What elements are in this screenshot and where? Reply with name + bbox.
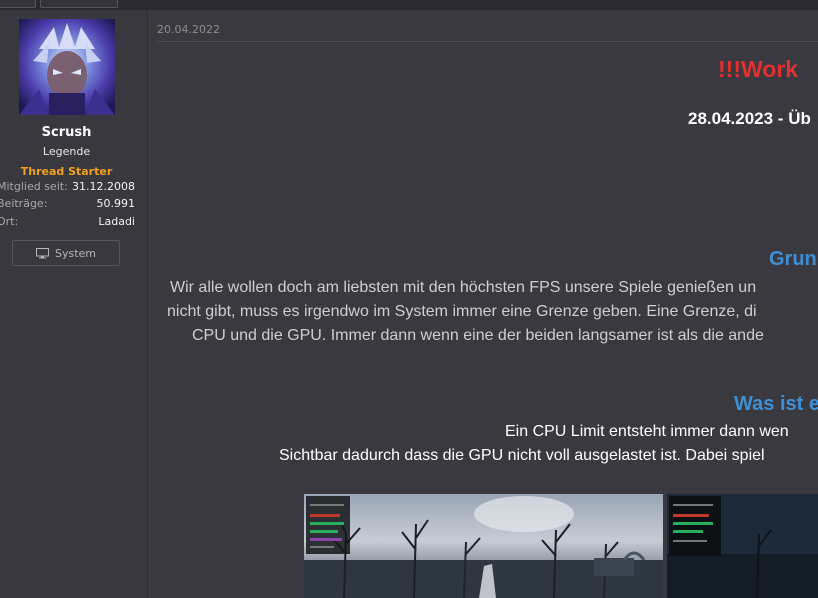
paragraph-line: Wir alle wollen doch am liebsten mit den… <box>170 279 757 296</box>
stat-location: Ort: Ladadi <box>0 215 135 231</box>
stat-member-since: Mitglied seit: 31.12.2008 <box>0 180 135 196</box>
screenshot-image <box>304 494 663 598</box>
screenshot-image <box>667 494 818 598</box>
update-line: 28.04.2023 - Üb <box>688 109 811 128</box>
stat-label: Mitglied seit: <box>0 180 68 193</box>
paragraph-line: nicht gibt, muss es irgendwo im System i… <box>167 303 757 320</box>
stat-label: Ort: <box>0 215 19 228</box>
game-screenshot-2[interactable] <box>667 494 818 598</box>
username[interactable]: Scrush <box>0 125 133 140</box>
section-heading-basics: Grun <box>769 248 817 270</box>
thread-starter-badge: Thread Starter <box>20 165 113 178</box>
avatar-image <box>19 19 115 115</box>
toolbar-button-right[interactable] <box>40 0 118 8</box>
paragraph-line: CPU und die GPU. Immer dann wenn eine de… <box>192 327 764 344</box>
work-in-progress-banner: !!!Work <box>718 56 799 82</box>
stat-posts: Beiträge: 50.991 <box>0 197 135 213</box>
user-info-column: Scrush Legende Thread Starter Mitglied s… <box>0 10 148 598</box>
stat-label: Beiträge: <box>0 197 48 210</box>
paragraph-line: Sichtbar dadurch dass die GPU nicht voll… <box>279 447 765 464</box>
system-button-label: System <box>54 246 97 260</box>
user-title: Legende <box>42 145 91 158</box>
post-content: 20.04.2022 !!!Work 28.04.2023 - Üb Grun … <box>148 10 818 598</box>
section-heading-what-is: Was ist e <box>734 393 818 415</box>
monitor-icon <box>35 247 49 258</box>
toolbar-button-left[interactable] <box>0 0 36 8</box>
game-screenshot-1[interactable] <box>304 494 663 598</box>
system-button[interactable]: System <box>12 240 120 266</box>
top-toolbar <box>0 0 818 10</box>
stat-value: 50.991 <box>96 197 136 210</box>
avatar[interactable] <box>19 19 115 115</box>
stat-value: 31.12.2008 <box>72 180 135 193</box>
stat-value: Ladadi <box>98 215 135 228</box>
post-divider <box>157 41 818 42</box>
post-date[interactable]: 20.04.2022 <box>157 23 220 36</box>
paragraph-line: Ein CPU Limit entsteht immer dann wen <box>505 423 789 440</box>
